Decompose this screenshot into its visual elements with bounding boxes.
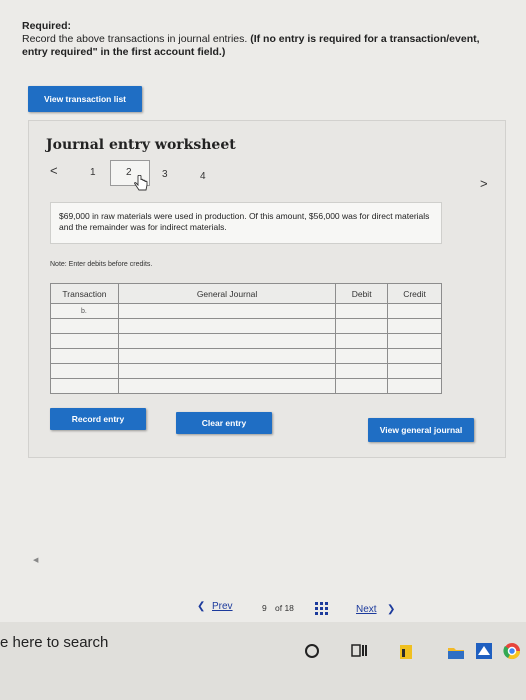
grid-icon[interactable]	[315, 602, 329, 616]
col-debit: Debit	[335, 283, 389, 304]
debits-note: Note: Enter debits before credits.	[50, 261, 153, 268]
col-credit: Credit	[387, 283, 442, 304]
instructions-bold-2: entry required" in the first account fie…	[22, 46, 226, 58]
transaction-cell	[50, 348, 119, 364]
worksheet-title: Journal entry worksheet	[46, 137, 236, 153]
page-total: of 18	[275, 603, 294, 613]
account-input[interactable]	[117, 348, 337, 364]
credit-input[interactable]	[387, 378, 442, 394]
instructions-text: Record the above transactions in journal…	[22, 33, 248, 45]
transaction-cell	[50, 333, 119, 349]
mail-app-icon[interactable]	[475, 642, 493, 660]
account-input[interactable]	[117, 318, 337, 334]
debit-input[interactable]	[335, 363, 389, 379]
account-input[interactable]	[117, 363, 337, 379]
view-transaction-list-button[interactable]: View transaction list	[28, 86, 142, 112]
table-row: b.	[50, 303, 442, 319]
debit-input[interactable]	[335, 303, 389, 319]
required-instructions: Required: Record the above transactions …	[22, 20, 522, 59]
taskbar-search[interactable]: e here to search	[0, 634, 108, 651]
transaction-cell	[50, 378, 119, 394]
credit-input[interactable]	[387, 333, 442, 349]
task-view-icon[interactable]	[350, 642, 368, 660]
debit-input[interactable]	[335, 318, 389, 334]
required-heading: Required:	[22, 20, 72, 32]
step-3[interactable]: 3	[162, 169, 168, 180]
chrome-icon[interactable]	[503, 642, 521, 660]
credit-input[interactable]	[387, 318, 442, 334]
journal-entry-table: Transaction General Journal Debit Credit…	[50, 283, 442, 394]
step-4[interactable]: 4	[200, 171, 206, 182]
credit-input[interactable]	[387, 363, 442, 379]
step-2[interactable]: 2	[126, 167, 132, 178]
credit-input[interactable]	[387, 348, 442, 364]
transaction-description: $69,000 in raw materials were used in pr…	[50, 202, 442, 244]
table-row	[50, 363, 442, 379]
page-current: 9	[262, 603, 267, 613]
prev-link[interactable]: Prev	[212, 601, 233, 612]
prev-chevron-icon[interactable]: ❮	[197, 601, 205, 612]
step-1[interactable]: 1	[90, 167, 96, 178]
table-row	[50, 333, 442, 349]
table-row	[50, 378, 442, 394]
hand-cursor-icon	[134, 175, 148, 191]
instructions-bold-1: (If no entry is required for a transacti…	[250, 33, 480, 45]
table-row	[50, 318, 442, 334]
transaction-cell	[50, 363, 119, 379]
table-row	[50, 348, 442, 364]
transaction-cell: b.	[50, 303, 119, 319]
clear-entry-button[interactable]: Clear entry	[176, 412, 272, 434]
sticky-notes-icon[interactable]	[398, 643, 416, 661]
transaction-cell	[50, 318, 119, 334]
account-input[interactable]	[117, 378, 337, 394]
next-chevron-icon[interactable]: ❯	[387, 604, 395, 615]
debit-input[interactable]	[335, 333, 389, 349]
record-entry-button[interactable]: Record entry	[50, 408, 146, 430]
account-input[interactable]	[117, 333, 337, 349]
view-general-journal-button[interactable]: View general journal	[368, 418, 474, 442]
cortana-circle-icon[interactable]	[303, 642, 321, 660]
next-link[interactable]: Next	[356, 604, 377, 615]
col-transaction: Transaction	[50, 283, 119, 304]
credit-input[interactable]	[387, 303, 442, 319]
prev-step-arrow[interactable]: <	[50, 163, 58, 178]
next-step-arrow[interactable]: >	[480, 176, 488, 191]
debit-input[interactable]	[335, 378, 389, 394]
account-input[interactable]	[117, 303, 337, 319]
scroll-left-icon[interactable]: ◀	[33, 556, 38, 564]
file-explorer-icon[interactable]	[447, 643, 465, 661]
col-general-journal: General Journal	[117, 283, 337, 304]
debit-input[interactable]	[335, 348, 389, 364]
